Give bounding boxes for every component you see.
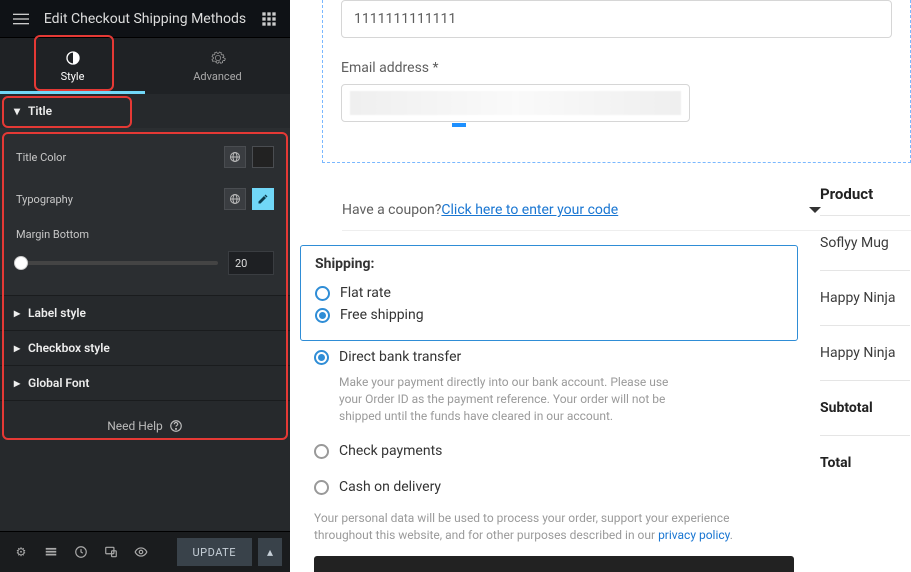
section-label-style: ▸ Label style — [0, 296, 290, 331]
settings-icon[interactable]: ⚙ — [8, 538, 34, 566]
product-row: Soflyy Mug — [820, 215, 910, 270]
coupon-link[interactable]: Click here to enter your code — [441, 202, 618, 218]
title-color-row: Title Color — [16, 136, 274, 178]
help-icon — [169, 419, 183, 433]
section-title-body: Title Color Typography — [0, 128, 290, 295]
payment-option-label: Check payments — [339, 443, 442, 459]
payment-option-label: Direct bank transfer — [339, 349, 461, 365]
preview-canvas: 1111111111111 Email address * Have a cou… — [290, 0, 911, 572]
update-options-button[interactable]: ▴ — [258, 538, 282, 566]
section-label-style-label: Label style — [28, 306, 86, 320]
payment-option-bank[interactable]: Direct bank transfer — [314, 346, 784, 368]
shipping-option-label: Free shipping — [340, 307, 424, 323]
title-color-picker[interactable] — [252, 146, 274, 168]
update-button[interactable]: UPDATE — [177, 538, 252, 566]
form-section: 1111111111111 Email address * — [322, 0, 911, 163]
margin-bottom-input[interactable] — [228, 251, 274, 275]
place-order-button[interactable] — [314, 556, 794, 572]
sidebar-tabs: Style Advanced — [0, 38, 290, 94]
radio-checked-icon[interactable] — [315, 308, 330, 323]
margin-bottom-slider[interactable] — [16, 261, 218, 265]
radio-checked-icon[interactable] — [314, 350, 329, 365]
editor-sidebar: Edit Checkout Shipping Methods Style Adv… — [0, 0, 290, 572]
payment-option-cod[interactable]: Cash on delivery — [314, 476, 784, 498]
email-field[interactable] — [341, 84, 690, 122]
text-field[interactable]: 1111111111111 — [341, 0, 892, 38]
section-title-header[interactable]: ▾ Title — [0, 94, 290, 128]
tab-style[interactable]: Style — [0, 38, 145, 94]
typography-row: Typography — [16, 178, 274, 220]
caret-right-icon: ▸ — [14, 341, 20, 355]
need-help-label: Need Help — [107, 419, 163, 433]
sidebar-header: Edit Checkout Shipping Methods — [0, 0, 290, 38]
subtotal-row: Subtotal — [820, 380, 910, 435]
preview-icon[interactable] — [128, 538, 154, 566]
radio-icon[interactable] — [315, 286, 330, 301]
tab-style-label: Style — [61, 70, 85, 83]
section-checkbox-style-header[interactable]: ▸ Checkbox style — [0, 331, 290, 365]
global-typo-icon[interactable] — [224, 188, 246, 210]
shipping-option-label: Flat rate — [340, 285, 391, 301]
typography-label: Typography — [16, 193, 73, 206]
section-global-font-label: Global Font — [28, 376, 89, 390]
history-icon[interactable] — [68, 538, 94, 566]
total-row: Total — [820, 435, 910, 490]
radio-icon[interactable] — [314, 444, 329, 459]
apps-icon[interactable] — [258, 8, 280, 30]
section-global-font-header[interactable]: ▸ Global Font — [0, 366, 290, 400]
menu-icon[interactable] — [10, 8, 32, 30]
title-color-label: Title Color — [16, 151, 66, 164]
global-color-icon[interactable] — [224, 146, 246, 168]
shipping-option-flat-rate[interactable]: Flat rate — [315, 282, 783, 304]
margin-bottom-label: Margin Bottom — [16, 228, 274, 241]
payment-option-label: Cash on delivery — [339, 479, 441, 495]
payment-option-check[interactable]: Check payments — [314, 440, 784, 462]
email-label: Email address * — [341, 60, 910, 76]
navigator-icon[interactable] — [38, 538, 64, 566]
sidebar-title: Edit Checkout Shipping Methods — [32, 11, 258, 27]
product-row: Happy Ninja — [820, 325, 910, 380]
payment-option-desc: Make your payment directly into our bank… — [339, 374, 679, 424]
radio-icon[interactable] — [314, 480, 329, 495]
caret-right-icon: ▸ — [14, 306, 20, 320]
margin-bottom-row: Margin Bottom — [16, 220, 274, 281]
payment-methods: Direct bank transfer Make your payment d… — [300, 340, 798, 498]
section-checkbox-style: ▸ Checkbox style — [0, 331, 290, 366]
privacy-text: Your personal data will be used to proce… — [300, 510, 800, 544]
order-summary: Product Soflyy Mug Happy Ninja Happy Nin… — [820, 185, 910, 490]
tab-advanced-label: Advanced — [193, 70, 241, 83]
section-label-style-header[interactable]: ▸ Label style — [0, 296, 290, 330]
section-title: ▾ Title Title Color Typography — [0, 94, 290, 296]
shipping-title: Shipping: — [315, 256, 783, 272]
responsive-icon[interactable] — [98, 538, 124, 566]
shipping-methods: Shipping: Flat rate Free shipping — [300, 245, 798, 341]
products-header: Product — [820, 185, 910, 215]
section-checkbox-style-label: Checkbox style — [28, 341, 110, 355]
redacted-content — [350, 91, 681, 115]
caret-down-icon: ▾ — [14, 104, 20, 118]
caret-right-icon: ▸ — [14, 376, 20, 390]
privacy-link[interactable]: privacy policy — [658, 528, 730, 542]
need-help-link[interactable]: Need Help — [0, 401, 290, 451]
product-row: Happy Ninja — [820, 270, 910, 325]
section-title-label: Title — [28, 104, 52, 118]
text-field-value: 1111111111111 — [354, 11, 456, 27]
text-cursor — [452, 123, 466, 127]
slider-thumb[interactable] — [14, 256, 28, 270]
edit-typography-icon[interactable] — [252, 188, 274, 210]
shipping-option-free-shipping[interactable]: Free shipping — [315, 304, 783, 326]
coupon-prefix: Have a coupon? — [342, 202, 441, 218]
sidebar-footer: ⚙ UPDATE ▴ — [0, 531, 290, 572]
section-global-font: ▸ Global Font — [0, 366, 290, 401]
tab-advanced[interactable]: Advanced — [145, 38, 290, 94]
